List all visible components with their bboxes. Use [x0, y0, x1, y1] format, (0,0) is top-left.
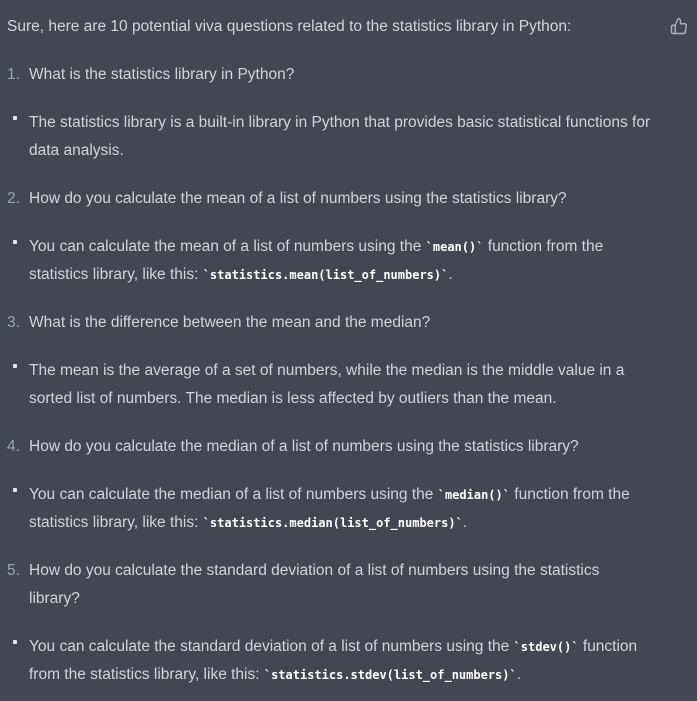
inline-code: `stdev()`	[513, 640, 579, 654]
question-item: 1. What is the statistics library in Pyth…	[7, 61, 647, 89]
bullet-icon	[7, 109, 29, 165]
answer-text: You can calculate the mean of a list of …	[29, 233, 657, 289]
answer-item: You can calculate the standard deviation…	[7, 633, 657, 689]
inline-code: `median()`	[437, 488, 510, 502]
answer-segment: .	[516, 666, 522, 683]
answer-item: The statistics library is a built-in lib…	[7, 109, 657, 165]
question-item: 5. How do you calculate the standard devi…	[7, 557, 647, 613]
question-item: 4. How do you calculate the median of a l…	[7, 433, 647, 461]
answer-text: You can calculate the standard deviation…	[29, 633, 657, 689]
bullet-icon	[7, 357, 29, 413]
answer-segment: .	[448, 266, 453, 283]
answer-text: You can calculate the median of a list o…	[29, 481, 657, 537]
bullet-icon	[7, 233, 29, 289]
question-item: 2. How do you calculate the mean of a lis…	[7, 185, 647, 213]
inline-code: `statistics.median(list_of_numbers)`	[202, 516, 463, 530]
answer-segment: You can calculate the standard deviation…	[29, 638, 514, 655]
question-text: What is the difference between the mean …	[29, 314, 431, 331]
question-text: How do you calculate the mean of a list …	[29, 190, 567, 207]
question-number: 1.	[7, 66, 20, 83]
intro-text: Sure, here are 10 potential viva questio…	[7, 18, 572, 35]
answer-segment: .	[462, 514, 468, 531]
question-text: What is the statistics library in Python…	[29, 66, 295, 83]
bullet-icon	[7, 481, 29, 537]
answer-item: The mean is the average of a set of numb…	[7, 357, 657, 413]
bullet-icon	[7, 633, 29, 689]
inline-code: `statistics.mean(list_of_numbers)`	[202, 268, 449, 282]
answer-segment: You can calculate the median of a list o…	[29, 486, 438, 503]
answer-text: The mean is the average of a set of numb…	[29, 357, 657, 413]
question-number: 4.	[7, 438, 20, 455]
answer-item: You can calculate the mean of a list of …	[7, 233, 657, 289]
thumbs-up-button[interactable]	[670, 17, 688, 35]
question-number: 2.	[7, 190, 20, 207]
thumbs-up-icon	[670, 17, 687, 35]
question-number: 3.	[7, 314, 20, 331]
assistant-message: Sure, here are 10 potential viva questio…	[0, 0, 697, 701]
answer-segment: You can calculate the mean of a list of …	[29, 238, 426, 255]
inline-code: `statistics.stdev(list_of_numbers)`	[263, 668, 517, 682]
question-text: How do you calculate the standard deviat…	[29, 562, 600, 607]
answer-text: The statistics library is a built-in lib…	[29, 109, 657, 165]
answer-segment: The statistics library is a built-in lib…	[29, 114, 651, 159]
answer-segment: The mean is the average of a set of numb…	[29, 362, 625, 407]
question-number: 5.	[7, 562, 20, 579]
question-text: How do you calculate the median of a lis…	[29, 438, 579, 455]
question-item: 3. What is the difference between the mea…	[7, 309, 647, 337]
answer-item: You can calculate the median of a list o…	[7, 481, 657, 537]
inline-code: `mean()`	[425, 240, 484, 254]
